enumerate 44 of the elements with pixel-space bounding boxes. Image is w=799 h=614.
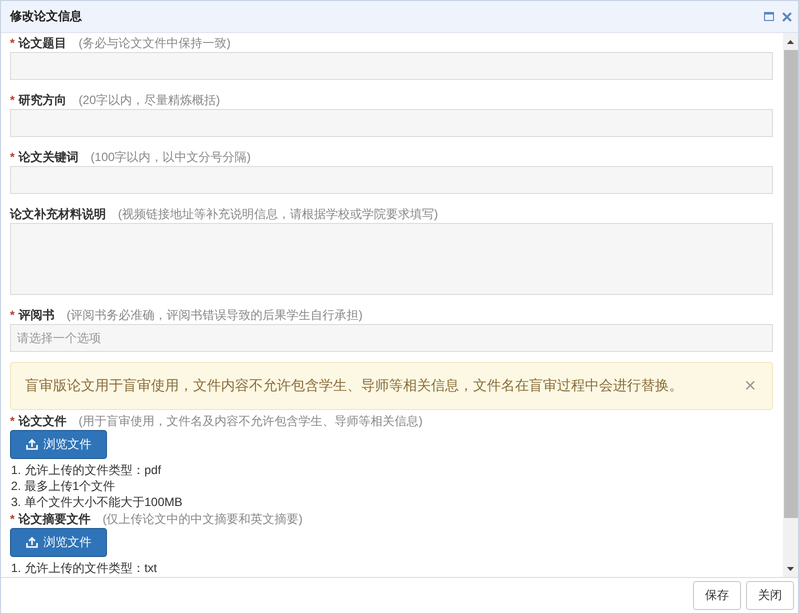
text-area[interactable]: [10, 223, 773, 295]
scrollbar[interactable]: [783, 33, 798, 577]
upload-rule: 2. 最多上传1个文件: [11, 478, 116, 494]
required-mark: *: [10, 413, 15, 430]
field-hint: (用于盲审使用，文件名及内容不允许包含学生、导师等相关信息): [78, 413, 423, 430]
field-hint: (务必与论文文件中保持一致): [78, 35, 231, 52]
scroll-up-icon[interactable]: [787, 40, 794, 44]
maximize-icon[interactable]: [764, 12, 774, 21]
input-field[interactable]: [10, 166, 773, 194]
field-label: 论文摘要文件: [18, 511, 91, 528]
upload-icon: [26, 439, 38, 450]
field-label: 论文补充材料说明: [10, 206, 106, 223]
upload-icon: [26, 537, 38, 548]
browse-file-button[interactable]: 浏览文件: [10, 430, 107, 459]
field-hint: (仅上传论文中的中文摘要和英文摘要): [102, 511, 303, 528]
alert-message: 盲审版论文用于盲审使用，文件内容不允许包含学生、导师等相关信息，文件名在盲审过程中会进行替换。: [25, 377, 684, 395]
field-label: 论文关键词: [18, 149, 79, 166]
scroll-thumb[interactable]: [784, 50, 798, 518]
dialog-button[interactable]: 关闭: [746, 581, 794, 610]
upload-rule: 1. 允许上传的文件类型：pdf: [11, 462, 162, 478]
dialog-title: 修改论文信息: [10, 8, 83, 25]
browse-file-button[interactable]: 浏览文件: [10, 528, 107, 557]
upload-rule: 1. 允许上传的文件类型：txt: [11, 560, 158, 576]
close-button[interactable]: ×: [740, 374, 760, 398]
scroll-down-icon[interactable]: [787, 567, 794, 571]
required-mark: *: [10, 307, 15, 324]
dialog-button[interactable]: 保存: [693, 581, 741, 610]
field-hint: (评阅书务必准确，评阅书错误导致的后果学生自行承担): [66, 307, 363, 324]
field-label: 论文文件: [18, 413, 67, 430]
field-label: 论文题目: [18, 35, 67, 52]
required-mark: *: [10, 149, 15, 166]
required-mark: *: [10, 35, 15, 52]
required-mark: *: [10, 511, 15, 528]
required-mark: *: [10, 92, 15, 109]
field-hint: (视频链接地址等补充说明信息，请根据学校或学院要求填写): [118, 206, 438, 223]
field-label: 评阅书: [18, 307, 55, 324]
input-field[interactable]: [10, 52, 773, 80]
close-icon[interactable]: [782, 12, 792, 22]
upload-rule: 3. 单个文件大小不能大于100MB: [11, 494, 184, 510]
input-field[interactable]: [10, 109, 773, 137]
field-label: 研究方向: [18, 92, 67, 109]
field-hint: (100字以内，以中文分号分隔): [90, 149, 251, 166]
select-field[interactable]: 请选择一个选项: [10, 324, 773, 352]
field-hint: (20字以内，尽量精炼概括): [78, 92, 220, 109]
